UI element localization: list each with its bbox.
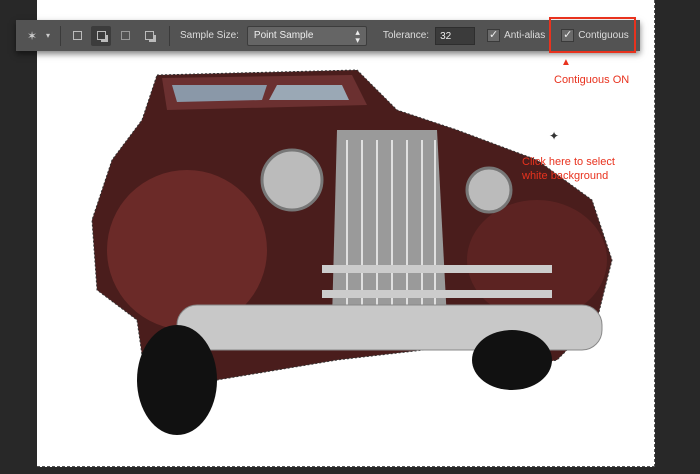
sample-size-select[interactable]: Point Sample ▴ ▾ <box>246 25 367 46</box>
subtract-from-selection-icon[interactable] <box>115 26 135 46</box>
click-annotation-line1: Click here to select <box>522 156 615 168</box>
sample-size-value: Point Sample <box>253 29 314 41</box>
magic-wand-icon[interactable]: ✶ <box>22 26 42 46</box>
options-bar: ✶ ▾ Sample Size: Point Sample ▴ ▾ Toleranc… <box>16 20 640 51</box>
contiguous-highlight-box <box>549 17 636 53</box>
intersect-selection-icon[interactable] <box>139 26 159 46</box>
divider <box>169 25 170 46</box>
sample-size-label: Sample Size: <box>180 30 239 41</box>
divider <box>60 25 61 46</box>
click-annotation-line2: white background <box>522 170 609 182</box>
up-arrow-icon: ▲ <box>561 57 571 68</box>
checkmark-icon: ✓ <box>487 29 501 42</box>
svg-text:✦: ✦ <box>549 129 559 143</box>
new-selection-icon[interactable] <box>67 26 87 46</box>
contiguous-annotation: Contiguous ON <box>554 74 630 86</box>
updown-arrows-icon: ▴ ▾ <box>355 26 360 45</box>
tolerance-label: Tolerance: <box>382 30 430 41</box>
vintage-car-image: ✦ <box>91 69 613 435</box>
tool-preset-dropdown[interactable]: ▾ <box>42 26 54 46</box>
anti-alias-label: Anti-alias <box>504 30 546 41</box>
anti-alias-checkbox[interactable]: ✓ Anti-alias <box>487 29 545 42</box>
add-to-selection-icon[interactable] <box>91 25 111 46</box>
tolerance-input[interactable]: 32 <box>435 26 476 45</box>
document-canvas[interactable]: ✦ <box>37 0 655 467</box>
